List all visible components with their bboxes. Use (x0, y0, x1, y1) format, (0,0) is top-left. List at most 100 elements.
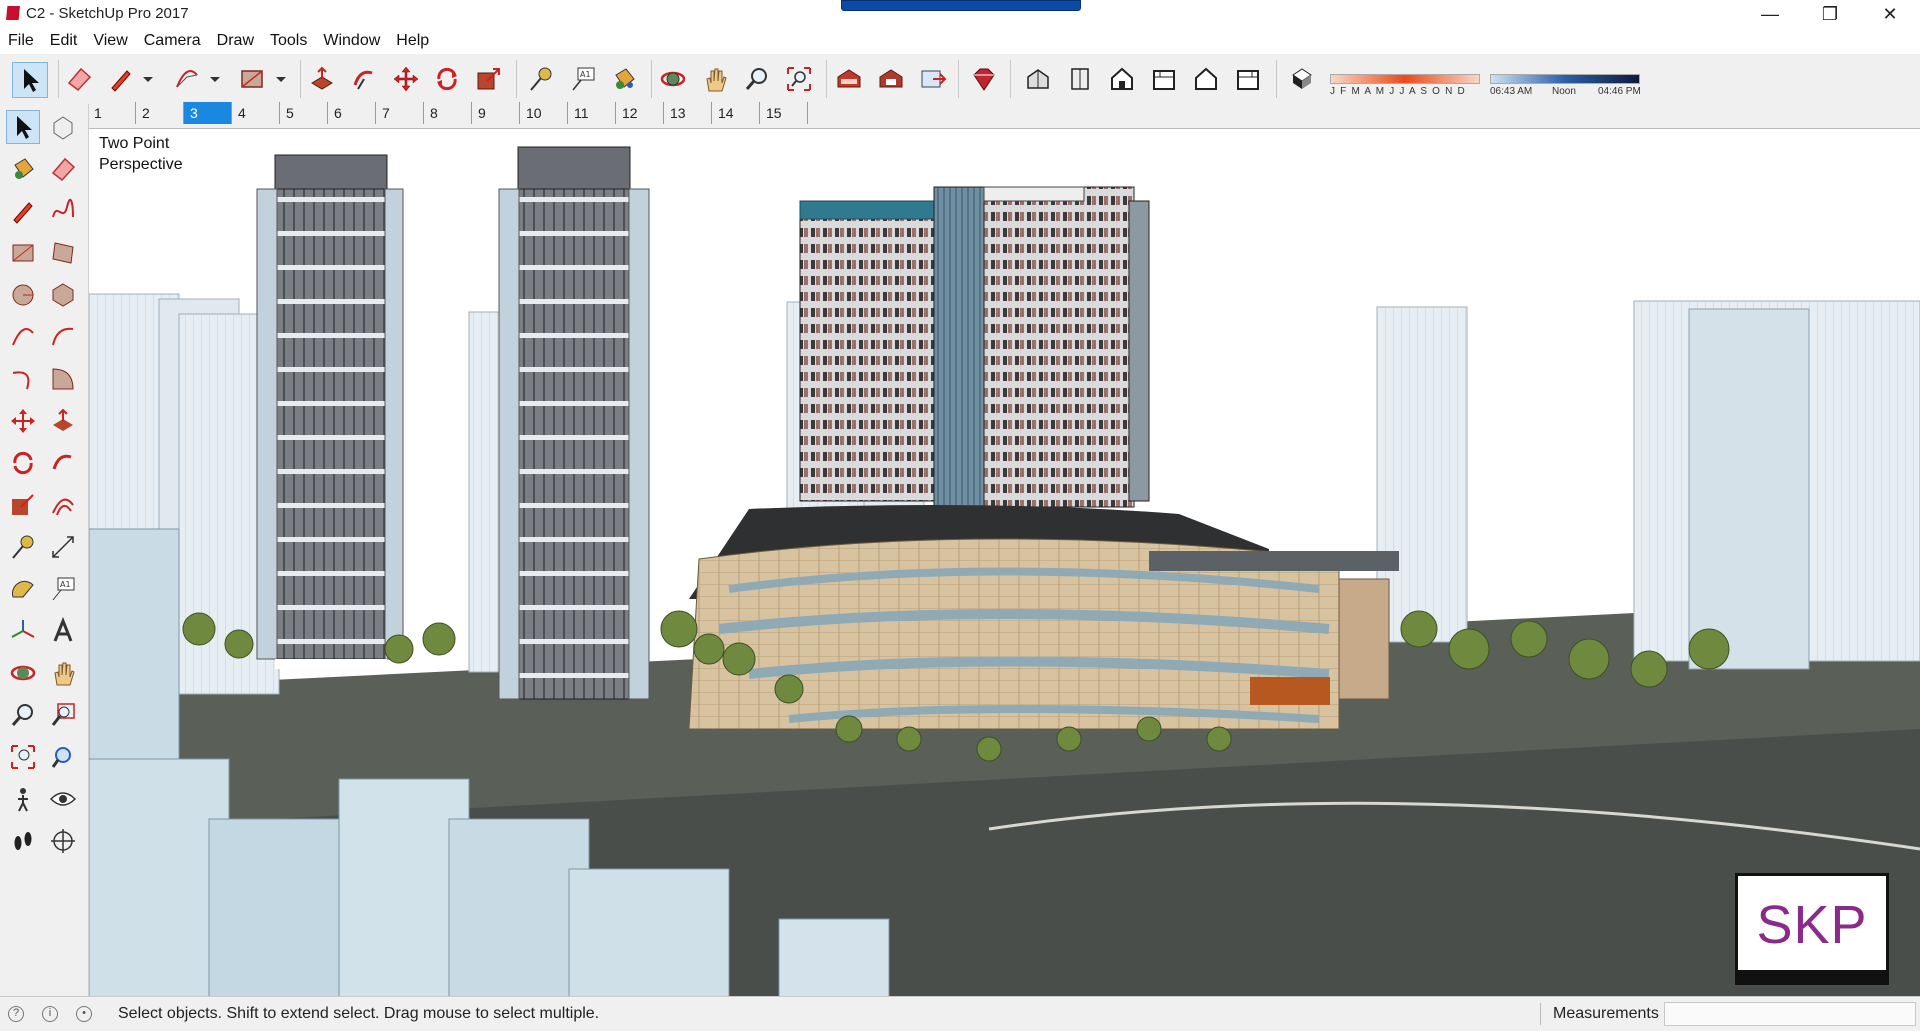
scene-tab-14[interactable]: 14 (712, 102, 760, 124)
make-component-button[interactable] (46, 110, 80, 144)
three-point-arc-tool-button[interactable] (6, 362, 40, 396)
scene-tab-12[interactable]: 12 (616, 102, 664, 124)
scene-tab-9[interactable]: 9 (472, 102, 520, 124)
tape-measure-tool-button[interactable] (524, 62, 558, 96)
scene-tab-13[interactable]: 13 (664, 102, 712, 124)
menu-camera[interactable]: Camera (136, 28, 209, 54)
scene-tab-3[interactable]: 3 (184, 102, 232, 124)
zoom-extents-tool-button[interactable] (782, 62, 816, 96)
rectangle-tool-button[interactable] (235, 62, 269, 96)
rotate-tool-button[interactable] (6, 446, 40, 480)
eraser-tool-button[interactable] (46, 152, 80, 186)
shape-dropdown-arrow[interactable] (271, 62, 291, 96)
top-view-button[interactable] (1063, 62, 1097, 96)
time-slider[interactable] (1490, 74, 1640, 84)
zoom-tool-button[interactable] (740, 62, 774, 96)
close-button[interactable]: ✕ (1860, 0, 1920, 28)
zoom-window-tool-button[interactable] (46, 698, 80, 732)
pie-tool-button[interactable] (46, 362, 80, 396)
date-slider[interactable] (1330, 74, 1480, 84)
two-point-arc-tool-button[interactable] (46, 320, 80, 354)
walk-tool-button[interactable] (6, 824, 40, 858)
tape-measure-tool-button[interactable] (6, 530, 40, 564)
scene-tab-11[interactable]: 11 (568, 102, 616, 124)
position-camera-tool-button[interactable] (6, 782, 40, 816)
line-tool-button[interactable] (6, 194, 40, 228)
minimize-button[interactable]: — (1740, 0, 1800, 28)
3d-warehouse-button[interactable] (832, 62, 866, 96)
circle-tool-button[interactable] (6, 278, 40, 312)
menu-tools[interactable]: Tools (262, 28, 315, 54)
rectangle-tool-button[interactable] (6, 236, 40, 270)
push-pull-tool-button[interactable] (305, 62, 339, 96)
user-account-icon[interactable]: • (76, 1006, 92, 1022)
paint-bucket-tool-button[interactable] (6, 152, 40, 186)
select-tool-button[interactable] (12, 62, 48, 98)
look-around-tool-button[interactable] (46, 782, 80, 816)
select-tool-button[interactable] (6, 110, 40, 144)
text-tool-button[interactable]: A1 (566, 62, 600, 96)
scene-tab-8[interactable]: 8 (424, 102, 472, 124)
move-tool-button[interactable] (6, 404, 40, 438)
follow-me-tool-button[interactable] (347, 62, 381, 96)
text-tool-button[interactable]: A1 (46, 572, 80, 606)
offset-tool-button[interactable] (46, 488, 80, 522)
scene-tab-10[interactable]: 10 (520, 102, 568, 124)
share-component-button[interactable] (916, 62, 950, 96)
zoom-extents-tool-button[interactable] (6, 740, 40, 774)
menu-file[interactable]: File (0, 28, 42, 54)
scene-tab-4[interactable]: 4 (232, 102, 280, 124)
arc-tool-button[interactable] (6, 320, 40, 354)
line-tool-button[interactable] (104, 62, 138, 96)
arc-dropdown-arrow[interactable] (205, 62, 225, 96)
extension-warehouse-button[interactable] (967, 62, 1001, 96)
restore-button[interactable]: ❐ (1800, 0, 1860, 28)
rotated-rectangle-tool-button[interactable] (46, 236, 80, 270)
front-view-button[interactable] (1105, 62, 1139, 96)
pan-tool-button[interactable] (46, 656, 80, 690)
rotate-tool-button[interactable] (430, 62, 464, 96)
credits-icon[interactable]: i (42, 1006, 58, 1022)
scene-tab-7[interactable]: 7 (376, 102, 424, 124)
freehand-tool-button[interactable] (46, 194, 80, 228)
scene-tab-15[interactable]: 15 (760, 102, 808, 124)
follow-me-tool-button[interactable] (46, 446, 80, 480)
scene-tab-2[interactable]: 2 (136, 102, 184, 124)
axes-tool-button[interactable] (6, 614, 40, 648)
share-model-button[interactable] (874, 62, 908, 96)
previous-view-button[interactable] (46, 740, 80, 774)
menu-help[interactable]: Help (388, 28, 437, 54)
orbit-tool-button[interactable] (656, 62, 690, 96)
menu-draw[interactable]: Draw (209, 28, 262, 54)
paint-bucket-tool-button[interactable] (607, 62, 641, 96)
scale-tool-button[interactable] (6, 488, 40, 522)
sketchup-app-icon[interactable] (6, 6, 20, 20)
left-view-button[interactable] (1231, 62, 1265, 96)
move-tool-button[interactable] (389, 62, 423, 96)
display-shadows-button[interactable] (1285, 62, 1319, 96)
line-dropdown-arrow[interactable] (138, 62, 158, 96)
pan-tool-button[interactable] (698, 62, 732, 96)
scene-tab-1[interactable]: 1 (88, 102, 136, 124)
scene-tab-5[interactable]: 5 (280, 102, 328, 124)
orbit-tool-button[interactable] (6, 656, 40, 690)
arc-tool-button[interactable] (170, 62, 204, 96)
menu-view[interactable]: View (85, 28, 135, 54)
geo-location-icon[interactable]: ? (8, 1006, 24, 1022)
protractor-tool-button[interactable] (6, 572, 40, 606)
menu-window[interactable]: Window (315, 28, 388, 54)
measurements-input[interactable] (1664, 1002, 1916, 1026)
eraser-tool-button[interactable] (62, 62, 96, 96)
back-view-button[interactable] (1189, 62, 1223, 96)
right-view-button[interactable] (1147, 62, 1181, 96)
polygon-tool-button[interactable] (46, 278, 80, 312)
section-plane-tool-button[interactable] (46, 824, 80, 858)
model-viewport[interactable]: Two Point Perspective SKP (89, 128, 1920, 997)
zoom-tool-button[interactable] (6, 698, 40, 732)
iso-view-button[interactable] (1021, 62, 1055, 96)
dimension-tool-button[interactable] (46, 530, 80, 564)
3d-text-tool-button[interactable] (46, 614, 80, 648)
scale-tool-button[interactable] (472, 62, 506, 96)
push-pull-tool-button[interactable] (46, 404, 80, 438)
scene-tab-6[interactable]: 6 (328, 102, 376, 124)
